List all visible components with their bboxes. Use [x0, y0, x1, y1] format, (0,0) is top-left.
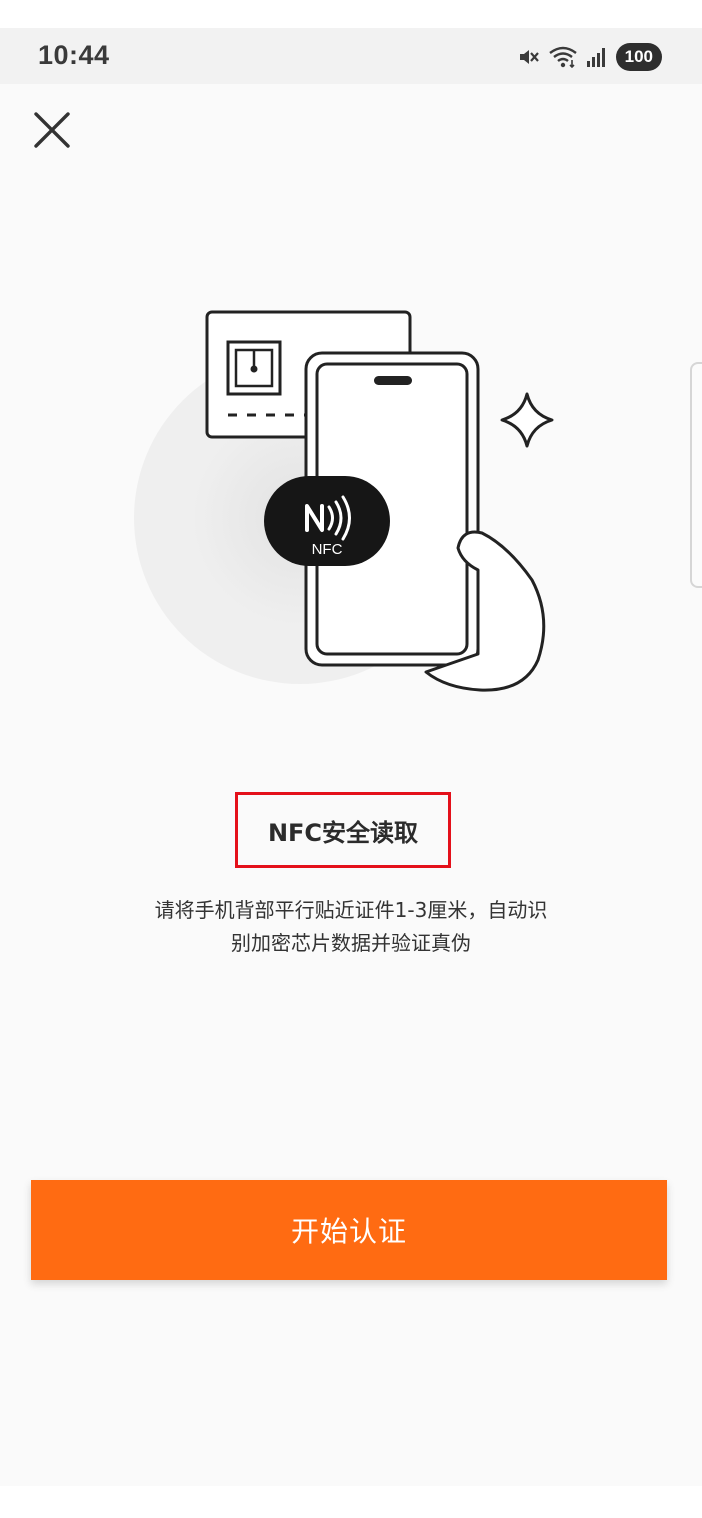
page-title: NFC安全读取 — [267, 818, 419, 847]
description-line-1: 请将手机背部平行贴近证件1-3厘米，自动识 — [154, 898, 548, 922]
status-time: 10:44 — [38, 40, 110, 70]
close-button[interactable] — [26, 104, 76, 154]
wifi-icon — [548, 46, 577, 69]
nfc-badge-label: NFC — [312, 541, 343, 558]
nfc-badge-icon: NFC — [264, 476, 390, 566]
status-icons: 100 — [516, 42, 662, 72]
edge-panel-handle[interactable] — [690, 362, 702, 588]
sparkle-icon — [500, 392, 554, 448]
start-verification-button[interactable]: 开始认证 — [31, 1180, 667, 1280]
close-icon — [34, 112, 70, 148]
title-highlight: NFC安全读取 — [235, 792, 451, 868]
mute-icon — [519, 50, 539, 64]
description-line-2: 别加密芯片数据并验证真伪 — [231, 931, 471, 955]
description: 请将手机背部平行贴近证件1-3厘米，自动识 别加密芯片数据并验证真伪 — [110, 894, 592, 960]
nfc-illustration: NFC — [134, 310, 554, 692]
signal-icon — [586, 48, 605, 67]
battery-icon: 100 — [615, 43, 662, 71]
